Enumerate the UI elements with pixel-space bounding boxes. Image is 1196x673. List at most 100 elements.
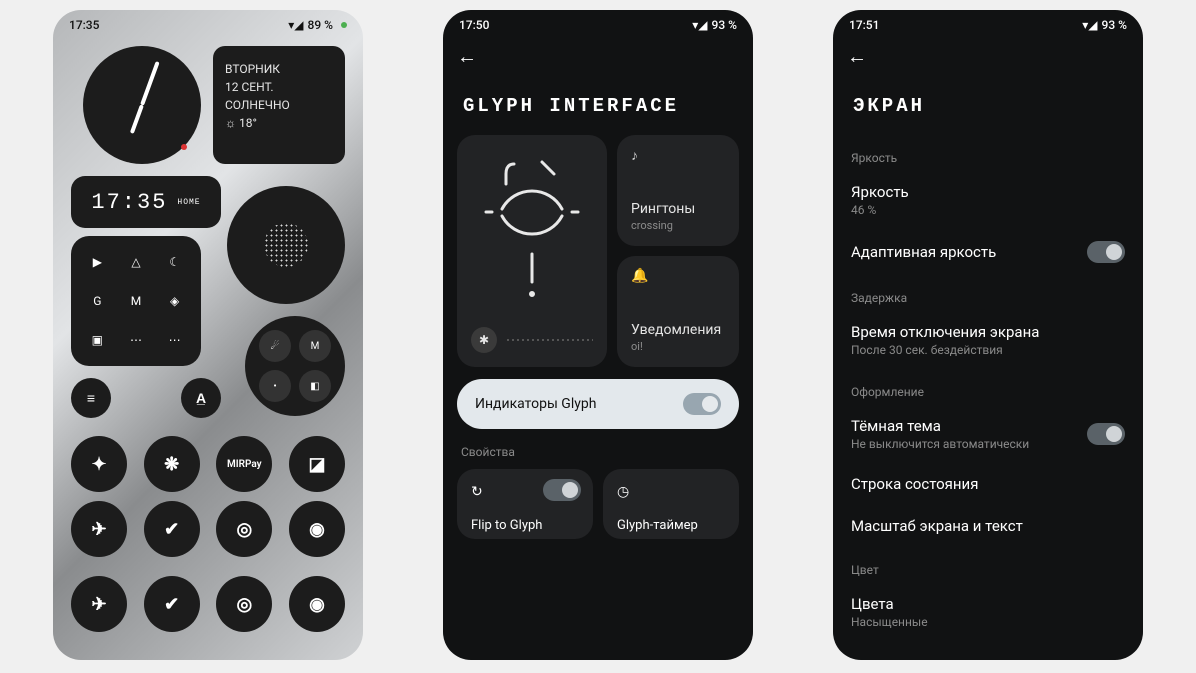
wifi-icon: ▾◢ bbox=[288, 18, 303, 32]
app-icon[interactable]: ✦ bbox=[71, 436, 127, 492]
digital-clock-label: HOME bbox=[177, 198, 200, 207]
flip-to-glyph-card[interactable]: ↻ Flip to Glyph bbox=[457, 469, 593, 539]
home-content[interactable]: ВТОРНИК 12 СЕНТ. СОЛНЕЧНО ☼ 18° 17:35 HO… bbox=[53, 36, 363, 656]
colors-item[interactable]: Цвета Насыщенные bbox=[851, 583, 1125, 641]
toggle-on[interactable] bbox=[1087, 423, 1125, 445]
dock: ✈ ✔ ◎ ◉ bbox=[71, 576, 345, 632]
notifications-sub: oi! bbox=[631, 340, 725, 353]
brightness-slider[interactable] bbox=[507, 339, 593, 341]
battery-label: 93 % bbox=[712, 18, 737, 32]
toggle-on[interactable] bbox=[683, 393, 721, 415]
brightness-value: 46 % bbox=[851, 203, 909, 217]
app-icon[interactable]: ◈ bbox=[158, 285, 191, 318]
glyph-indicators-label: Индикаторы Glyph bbox=[475, 396, 596, 412]
glyph-shape-icon bbox=[457, 135, 607, 323]
settings-list: Яркость 46 % Адаптивная яркость bbox=[833, 171, 1143, 275]
timer-label: Glyph-таймер bbox=[617, 518, 698, 533]
app-icon[interactable]: ⋯ bbox=[158, 323, 191, 356]
weather-widget[interactable]: ВТОРНИК 12 СЕНТ. СОЛНЕЧНО ☼ 18° bbox=[213, 46, 345, 164]
section-label: Оформление bbox=[833, 369, 1143, 405]
status-time: 17:50 bbox=[459, 18, 489, 32]
phone-home: 17:35 ▾◢ 89 % ВТОРНИК 12 СЕНТ. СОЛНЕЧНО … bbox=[53, 10, 363, 660]
status-right: ▾◢ 93 % bbox=[692, 18, 737, 32]
icon-row: ✈ ✔ ◎ ◉ bbox=[71, 501, 345, 557]
analog-clock-widget[interactable] bbox=[83, 46, 201, 164]
section-label: Задержка bbox=[833, 275, 1143, 311]
status-bar-item[interactable]: Строка состояния bbox=[851, 463, 1125, 505]
dots-widget[interactable] bbox=[227, 186, 345, 304]
weather-date: 12 СЕНТ. bbox=[225, 78, 333, 96]
toggle-on[interactable] bbox=[543, 479, 581, 501]
app-icon[interactable]: ≡ bbox=[71, 378, 111, 418]
page-title: GLYPH INTERFACE bbox=[443, 73, 753, 135]
timer-icon: ◷ bbox=[617, 484, 629, 500]
status-time: 17:35 bbox=[69, 18, 99, 32]
app-icon[interactable]: ◎ bbox=[216, 501, 272, 557]
app-folder-grid[interactable]: ▶ △ ☾ G M ◈ ▣ ⋯ ⋯ bbox=[71, 236, 201, 366]
phone-display-settings: 17:51 ▾◢ 93 % ← ЭКРАН Яркость Яркость 46… bbox=[833, 10, 1143, 660]
app-icon[interactable]: ▣ bbox=[81, 323, 114, 356]
toggle-on[interactable] bbox=[1087, 241, 1125, 263]
app-icon[interactable]: ☾ bbox=[158, 246, 191, 279]
clock-hand bbox=[140, 61, 159, 106]
statusbar: 17:51 ▾◢ 93 % bbox=[833, 10, 1143, 36]
weather-day: ВТОРНИК bbox=[225, 60, 333, 78]
glyph-brightness-row[interactable]: ✱ bbox=[471, 327, 593, 353]
back-button[interactable]: ← bbox=[833, 36, 1143, 73]
adaptive-brightness-item[interactable]: Адаптивная яркость bbox=[851, 229, 1125, 275]
colors-title: Цвета bbox=[851, 595, 928, 613]
notifications-card[interactable]: 🔔 Уведомления oi! bbox=[617, 256, 739, 367]
display-scale-item[interactable]: Масштаб экрана и текст bbox=[851, 505, 1125, 547]
app-icon[interactable]: G bbox=[81, 285, 114, 318]
app-icon[interactable]: ◉ bbox=[289, 501, 345, 557]
app-icon[interactable]: ✔ bbox=[144, 501, 200, 557]
ringtones-title: Рингтоны bbox=[631, 201, 725, 217]
app-icon[interactable]: ◪ bbox=[289, 436, 345, 492]
dock-app-icon[interactable]: ✈ bbox=[71, 576, 127, 632]
glyph-preview-card[interactable]: ✱ bbox=[457, 135, 607, 367]
app-icon[interactable]: △ bbox=[120, 246, 153, 279]
flip-label: Flip to Glyph bbox=[471, 518, 542, 533]
app-icon[interactable]: ❋ bbox=[144, 436, 200, 492]
status-bar-label: Строка состояния bbox=[851, 475, 978, 493]
statusbar: 17:50 ▾◢ 93 % bbox=[443, 10, 753, 36]
digital-clock-widget[interactable]: 17:35 HOME bbox=[71, 176, 221, 228]
page-title: ЭКРАН bbox=[833, 73, 1143, 135]
settings-list: Тёмная тема Не выключится автоматически … bbox=[833, 405, 1143, 547]
settings-list: Цвета Насыщенные bbox=[833, 583, 1143, 641]
app-icon[interactable]: ◧ bbox=[299, 370, 331, 402]
gear-icon[interactable]: ✱ bbox=[471, 327, 497, 353]
brightness-item[interactable]: Яркость 46 % bbox=[851, 171, 1125, 229]
app-icon[interactable]: A̲ bbox=[181, 378, 221, 418]
timeout-sub: После 30 сек. бездействия bbox=[851, 343, 1039, 357]
back-button[interactable]: ← bbox=[443, 36, 753, 73]
dark-theme-item[interactable]: Тёмная тема Не выключится автоматически bbox=[851, 405, 1125, 463]
app-icon[interactable]: MIRPay bbox=[216, 436, 272, 492]
ringtones-card[interactable]: ♪ Рингтоны crossing bbox=[617, 135, 739, 246]
dots-icon bbox=[264, 223, 308, 267]
timeout-title: Время отключения экрана bbox=[851, 323, 1039, 341]
app-folder-round[interactable]: ☄ M • ◧ bbox=[245, 316, 345, 416]
status-right: ▾◢ 89 % bbox=[288, 18, 347, 32]
glyph-timer-card[interactable]: ◷ Glyph-таймер bbox=[603, 469, 739, 539]
app-icon[interactable]: ✈ bbox=[71, 501, 127, 557]
dock-app-icon[interactable]: ◎ bbox=[216, 576, 272, 632]
colors-sub: Насыщенные bbox=[851, 615, 928, 629]
digital-clock-time: 17:35 bbox=[91, 190, 167, 215]
app-icon[interactable]: • bbox=[259, 370, 291, 402]
dock-app-icon[interactable]: ◉ bbox=[289, 576, 345, 632]
phone-glyph-settings: 17:50 ▾◢ 93 % ← GLYPH INTERFACE bbox=[443, 10, 753, 660]
wifi-icon: ▾◢ bbox=[1082, 18, 1097, 32]
app-icon[interactable]: ⋯ bbox=[120, 323, 153, 356]
glyph-indicators-toggle-row[interactable]: Индикаторы Glyph bbox=[457, 379, 739, 429]
screen-timeout-item[interactable]: Время отключения экрана После 30 сек. бе… bbox=[851, 311, 1125, 369]
app-icon[interactable]: M bbox=[120, 285, 153, 318]
ringtones-sub: crossing bbox=[631, 219, 725, 232]
dark-theme-sub: Не выключится автоматически bbox=[851, 437, 1029, 451]
bell-icon: 🔔 bbox=[631, 268, 648, 284]
dock-app-icon[interactable]: ✔ bbox=[144, 576, 200, 632]
feature-row: ↻ Flip to Glyph ◷ Glyph-таймер bbox=[443, 465, 753, 539]
app-icon[interactable]: M bbox=[299, 330, 331, 362]
app-icon[interactable]: ▶ bbox=[81, 246, 114, 279]
app-icon[interactable]: ☄ bbox=[259, 330, 291, 362]
